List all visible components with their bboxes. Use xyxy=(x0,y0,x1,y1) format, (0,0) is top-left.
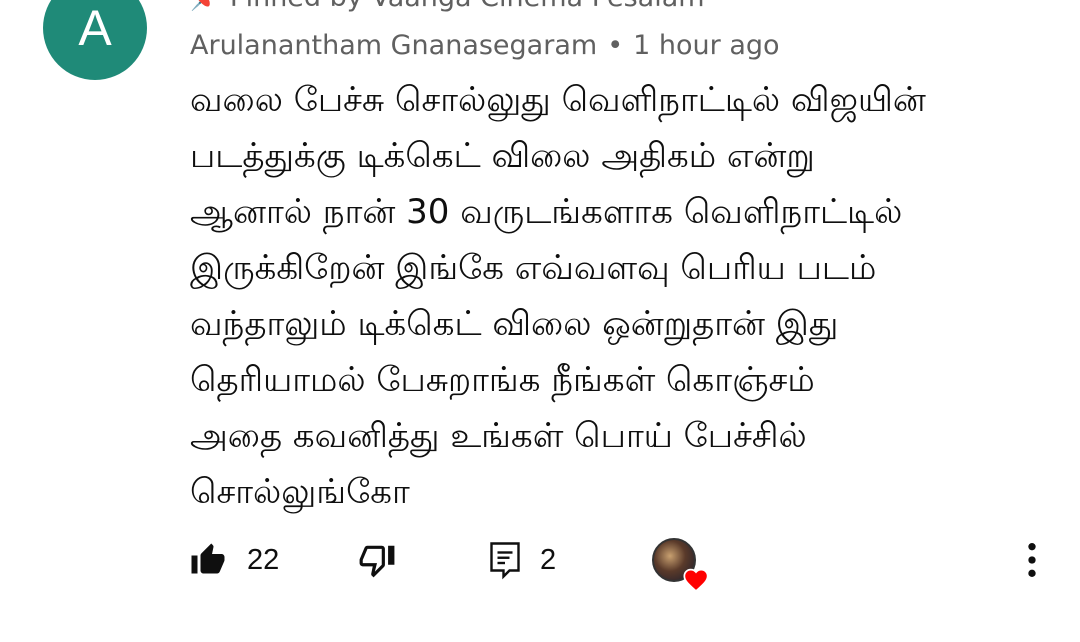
author-avatar[interactable]: A xyxy=(43,0,147,80)
thumbs-up-filled-icon xyxy=(191,543,225,574)
like-button[interactable] xyxy=(190,530,226,590)
comment-meta: Arulanantham Gnanasegaram • 1 hour ago xyxy=(190,30,780,61)
comment-body: வலை பேச்சு சொல்லுது வெளிநாட்டில் விஜயின்… xyxy=(190,72,1050,520)
comment-line: வலை பேச்சு சொல்லுது வெளிநாட்டில் விஜயின் xyxy=(190,80,926,120)
thumbs-down-outline-icon xyxy=(359,545,395,578)
reply-button[interactable] xyxy=(487,530,523,590)
comment-line: சொல்லுங்கோ xyxy=(190,472,410,512)
comment-line: வந்தாலும் டிக்கெட் விலை ஒன்றுதான் இது xyxy=(190,304,839,344)
dislike-button[interactable] xyxy=(358,530,396,590)
like-count: 22 xyxy=(247,543,280,576)
avatar-letter: A xyxy=(78,0,112,56)
more-vertical-icon xyxy=(1028,543,1036,577)
meta-separator: • xyxy=(607,30,624,61)
author-name[interactable]: Arulanantham Gnanasegaram xyxy=(190,30,597,61)
comment-action-bar: 22 2 xyxy=(0,530,1080,592)
pin-icon: 📌 xyxy=(190,0,220,12)
reply-count: 2 xyxy=(540,543,557,576)
comment-line: அதை கவனித்து உங்கள் பொய் பேச்சில் xyxy=(190,416,807,456)
comment-line: ஆனால் நான் 30 வருடங்களாக வெளிநாட்டில் xyxy=(190,192,903,232)
comment-timestamp[interactable]: 1 hour ago xyxy=(633,30,779,61)
comment-line: இருக்கிறேன் இங்கே எவ்வளவு பெரிய படம் xyxy=(190,248,877,288)
creator-heart-badge xyxy=(652,530,709,592)
comment-line: தெரியாமல் பேசுறாங்க நீங்கள் கொஞ்சம் xyxy=(190,360,815,400)
comment-line: படத்துக்கு டிக்கெட் விலை அதிகம் என்று xyxy=(190,136,815,176)
more-options-button[interactable] xyxy=(1018,530,1046,590)
comment-reply-icon xyxy=(490,542,520,580)
comment-thread: A 📌 Pinned by Vaanga Cinema Pesalam Arul… xyxy=(0,0,1080,642)
creator-heart-icon xyxy=(683,568,709,592)
pinned-text: Pinned by Vaanga Cinema Pesalam xyxy=(230,0,705,13)
pinned-label: 📌 Pinned by Vaanga Cinema Pesalam xyxy=(190,0,705,13)
creator-avatar xyxy=(652,538,709,592)
